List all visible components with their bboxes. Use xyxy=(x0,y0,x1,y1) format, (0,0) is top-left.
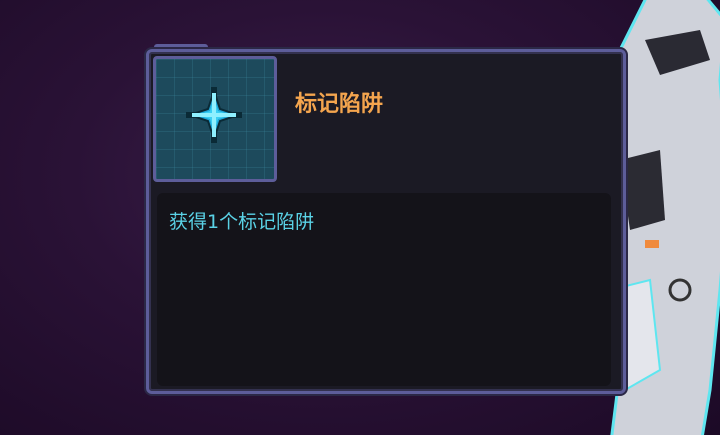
game-scene: 标记陷阱 获得1个标记陷阱 xyxy=(0,0,720,435)
item-description: 获得1个标记陷阱 xyxy=(169,211,315,233)
item-info-card: 标记陷阱 获得1个标记陷阱 xyxy=(146,49,626,394)
item-title: 标记陷阱 xyxy=(295,92,384,117)
description-panel: 获得1个标记陷阱 xyxy=(157,193,611,386)
crosshair-trap-icon xyxy=(186,87,242,143)
item-icon-frame xyxy=(153,56,277,182)
